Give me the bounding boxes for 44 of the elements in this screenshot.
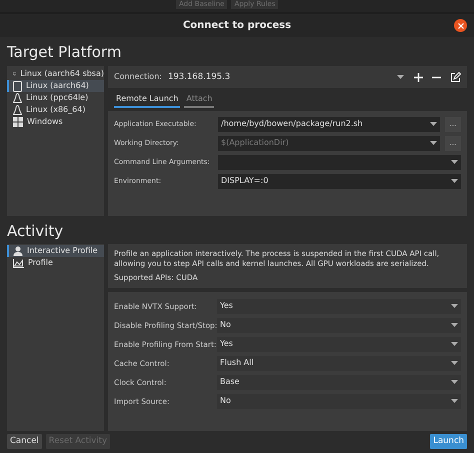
list-item[interactable]: Interactive Profile <box>7 245 104 257</box>
option-dropdown[interactable]: Base <box>217 374 461 390</box>
caret-icon <box>451 160 458 164</box>
input-field[interactable]: /home/byd/bowen/package/run2.sh <box>218 116 440 132</box>
windows-icon <box>13 117 23 127</box>
close-button[interactable] <box>454 19 467 32</box>
tab[interactable]: Remote Launch <box>114 92 180 108</box>
input-field[interactable]: DISPLAY=:0 <box>218 174 461 188</box>
close-icon <box>458 22 464 28</box>
option-dropdown[interactable]: No <box>217 394 461 409</box>
option-dropdown[interactable]: No <box>217 318 461 333</box>
caret-icon <box>451 361 458 366</box>
connection-label: Connection: <box>114 71 162 83</box>
list-item[interactable]: Profile <box>7 257 104 269</box>
cancel-button[interactable]: Cancel <box>7 434 42 449</box>
chart-icon <box>13 258 24 268</box>
caret-icon <box>451 323 458 328</box>
option-dropdown[interactable]: Flush All <box>217 356 461 371</box>
list-item[interactable]: Linux (ppc64le) <box>7 92 104 104</box>
device-icon <box>13 80 22 92</box>
add-icon[interactable] <box>414 72 423 82</box>
input-field[interactable] <box>218 154 461 170</box>
option-dropdown[interactable]: Yes <box>217 336 461 352</box>
list-item[interactable]: Linux (aarch64 sbsa) <box>7 68 104 80</box>
caret-icon <box>430 141 437 145</box>
caret-icon <box>451 304 458 308</box>
list-item[interactable]: Linux (x86_64) <box>7 104 104 116</box>
section-heading: Target Platform <box>7 45 122 60</box>
list-item[interactable]: Linux (aarch64) <box>7 80 104 92</box>
caret-icon <box>451 399 458 404</box>
connection-dropdown[interactable]: 193.168.195.3 <box>168 70 408 84</box>
tab[interactable]: Attach <box>184 92 214 108</box>
list-item[interactable]: Windows <box>7 116 104 128</box>
caret-icon <box>451 179 458 183</box>
input-field[interactable]: $(ApplicationDir) <box>218 136 440 150</box>
caret-icon <box>451 342 458 346</box>
caret-icon <box>451 380 458 384</box>
edit-icon[interactable] <box>450 72 461 82</box>
user-icon <box>13 246 23 256</box>
caret-icon <box>430 122 437 126</box>
option-dropdown[interactable]: Yes <box>217 298 461 314</box>
window-title: Connect to process <box>182 19 292 33</box>
caret-icon <box>397 75 404 79</box>
section-heading: Activity <box>7 224 64 239</box>
